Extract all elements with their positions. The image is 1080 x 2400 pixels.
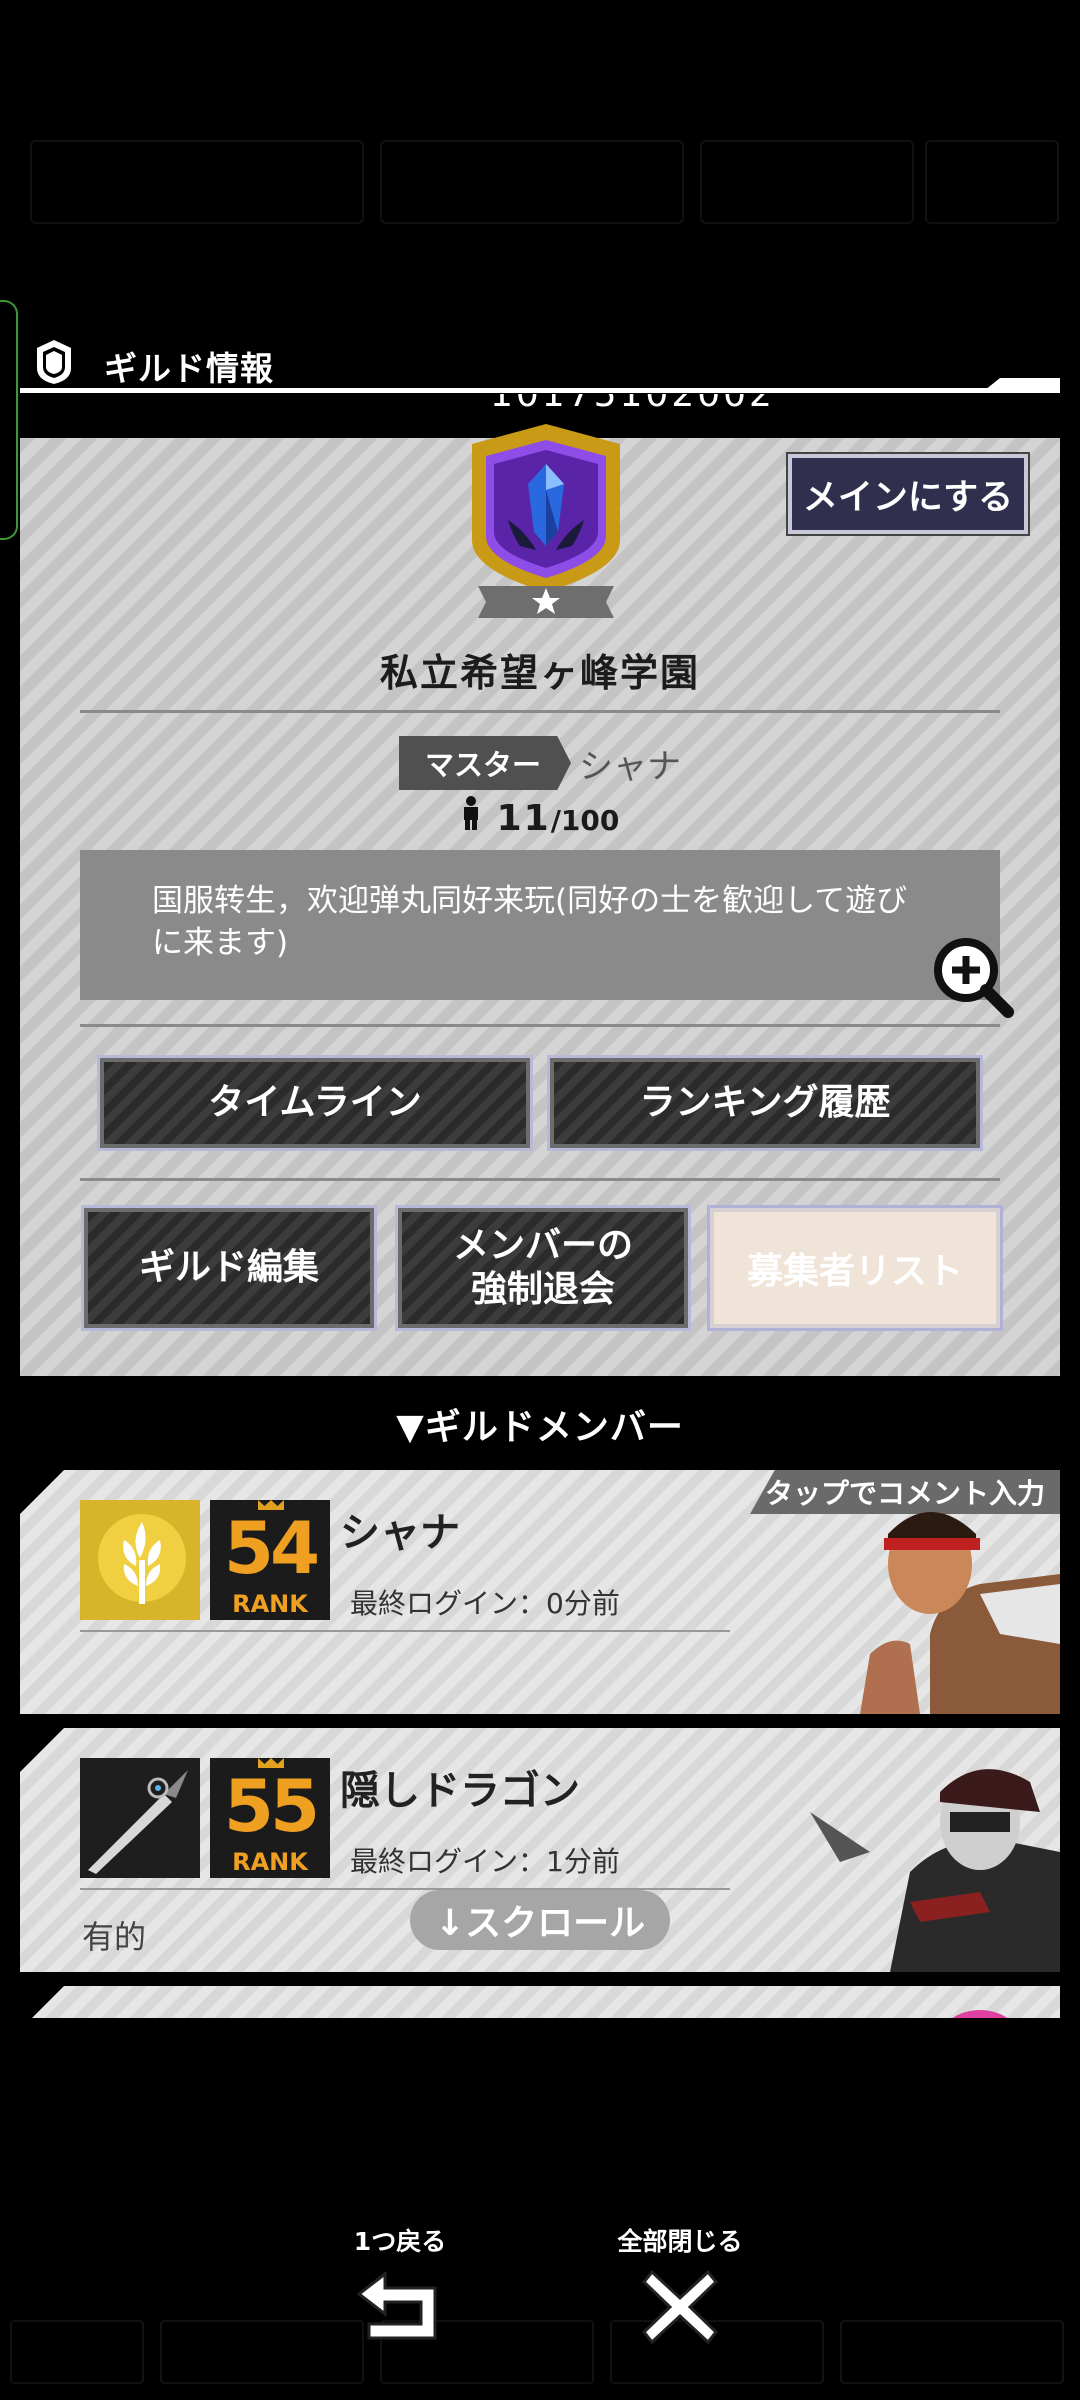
kick-member-button[interactable]: メンバーの 強制退会 bbox=[395, 1205, 691, 1331]
rank-label: RANK bbox=[232, 1848, 308, 1876]
last-login: 最終ログイン：1分前 bbox=[350, 1845, 620, 1878]
divider bbox=[80, 1630, 730, 1632]
rank-number: 55 bbox=[223, 1764, 320, 1848]
rank-badge: 55 RANK bbox=[210, 1758, 330, 1878]
member-message: 有的 bbox=[82, 1918, 147, 1956]
member-card[interactable]: タップでコメント入力 54 RANK シャナ 最終ログイン：0分前 bbox=[20, 1470, 1060, 1714]
guild-emblem-icon bbox=[472, 424, 620, 618]
master-name: シャナ bbox=[579, 746, 681, 787]
member-card[interactable] bbox=[20, 1986, 1060, 2018]
header-underline bbox=[20, 388, 1060, 393]
zoom-in-icon[interactable] bbox=[930, 934, 1014, 1018]
rank-badge: 54 RANK bbox=[210, 1500, 330, 1620]
rank-number: 54 bbox=[223, 1506, 320, 1590]
sword-badge-icon bbox=[80, 1758, 200, 1878]
undo-arrow-icon bbox=[356, 2270, 437, 2340]
character-portrait bbox=[860, 1512, 1060, 1714]
member-name: 隠しドラゴン bbox=[340, 1768, 580, 1814]
set-main-button[interactable]: メインにする bbox=[786, 452, 1030, 536]
currency-box bbox=[700, 140, 914, 224]
back-button[interactable]: 1つ戻る bbox=[310, 2222, 490, 2350]
guild-members-heading: ▼ギルドメンバー bbox=[396, 1407, 684, 1448]
timeline-button[interactable]: タイムライン bbox=[97, 1055, 533, 1151]
guild-info-header: ギルド情報 bbox=[20, 330, 1060, 396]
member-count-current: 11 bbox=[496, 798, 551, 839]
close-all-button[interactable]: 全部閉じる bbox=[590, 2222, 770, 2350]
wheat-badge-icon bbox=[80, 1500, 200, 1620]
ranking-history-button[interactable]: ランキング履歴 bbox=[547, 1055, 983, 1151]
player-info-box bbox=[30, 140, 364, 224]
close-x-icon bbox=[641, 2269, 719, 2345]
member-name: シャナ bbox=[340, 1510, 460, 1556]
divider bbox=[80, 710, 1000, 713]
shield-icon bbox=[37, 340, 71, 384]
rank-label: RANK bbox=[232, 1590, 308, 1618]
master-tag: マスター bbox=[398, 736, 571, 790]
guild-master-row: マスター シャナ bbox=[20, 736, 1060, 790]
character-portrait bbox=[810, 1769, 1060, 1972]
guild-info-panel: メインにする 私立希望ヶ峰学園 マスター シャナ 11 /100 国服转生，欢迎… bbox=[20, 424, 1060, 1376]
bg-tab bbox=[840, 2320, 1064, 2384]
close-all-label: 全部閉じる bbox=[617, 2227, 743, 2256]
background-tabbar bbox=[0, 2190, 1080, 2400]
guild-comment-box: 国服转生，欢迎弹丸同好来玩(同好の士を歓迎して遊びに来ます) bbox=[80, 850, 1000, 1000]
guild-name: 私立希望ヶ峰学園 bbox=[379, 651, 700, 695]
character-portrait bbox=[940, 2010, 1020, 2018]
stamina-box bbox=[380, 140, 684, 224]
guild-edit-button[interactable]: ギルド編集 bbox=[81, 1205, 377, 1331]
background-hud bbox=[0, 130, 1080, 240]
menu-box bbox=[925, 140, 1059, 224]
last-login: 最終ログイン：0分前 bbox=[350, 1587, 620, 1620]
scroll-hint-button[interactable]: ↓スクロール bbox=[410, 1890, 670, 1950]
divider bbox=[80, 1024, 1000, 1027]
bg-tab bbox=[10, 2320, 144, 2384]
applicants-list-button[interactable]: 募集者リスト bbox=[707, 1205, 1003, 1331]
guild-comment: 国服转生，欢迎弹丸同好来玩(同好の士を歓迎して遊びに来ます) bbox=[152, 883, 908, 961]
kick-member-label-line2: 強制退会 bbox=[470, 1269, 615, 1310]
side-tab-edge bbox=[0, 300, 18, 540]
back-label: 1つ戻る bbox=[353, 2227, 447, 2256]
member-count: 11 /100 bbox=[20, 796, 1060, 839]
page-title: ギルド情報 bbox=[104, 349, 274, 388]
divider bbox=[80, 1178, 1000, 1181]
kick-member-label-line1: メンバーの bbox=[452, 1225, 633, 1266]
guild-id-partial: 10175102002 bbox=[490, 394, 890, 412]
member-count-max: /100 bbox=[550, 804, 620, 837]
person-icon bbox=[463, 796, 478, 830]
